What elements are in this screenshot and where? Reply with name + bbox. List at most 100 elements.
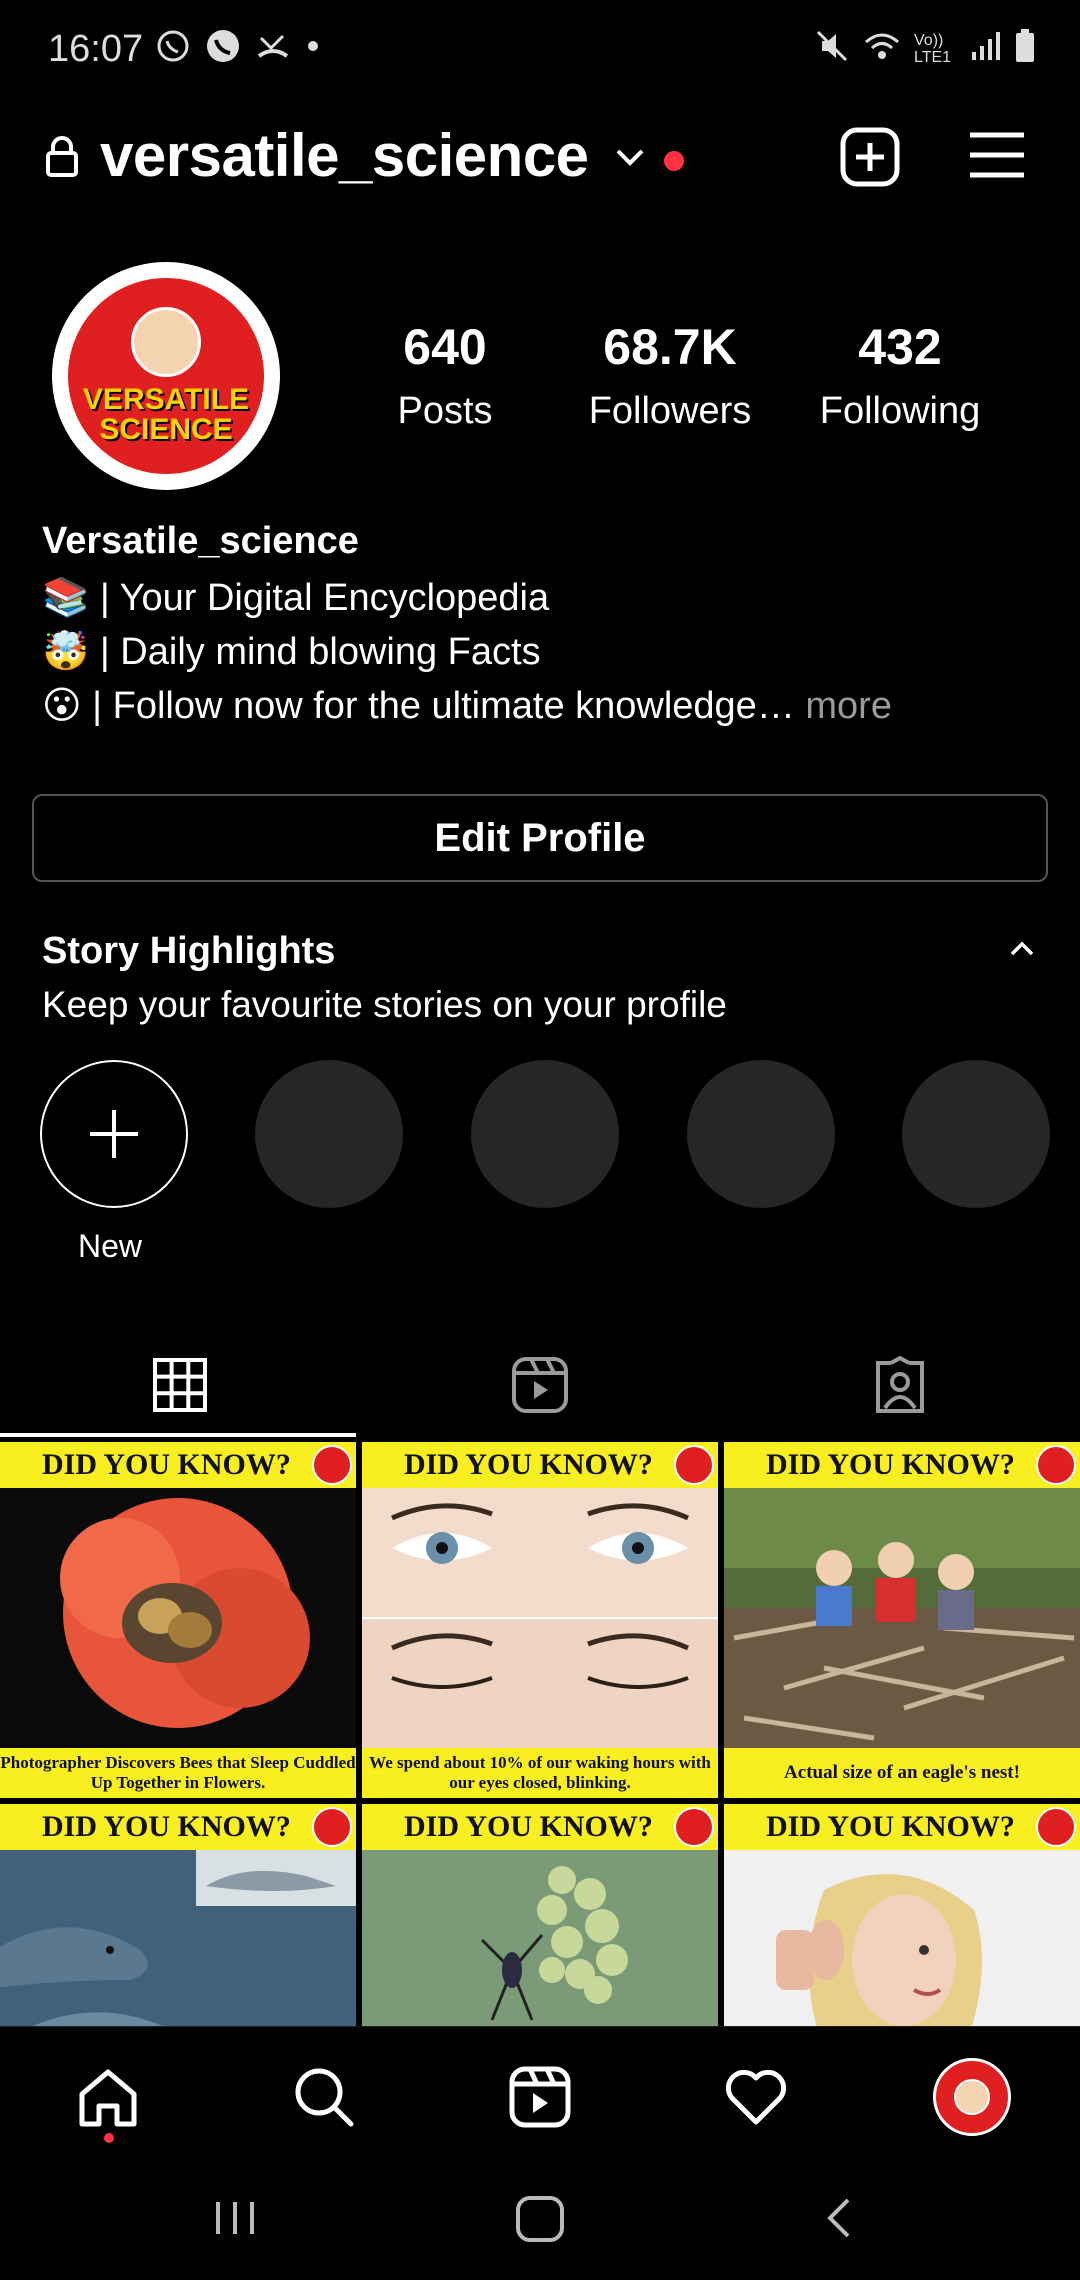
profile-avatar-icon xyxy=(933,2058,1011,2136)
avatar-logo: VERSATILE SCIENCE xyxy=(68,278,264,474)
grid-icon xyxy=(153,1358,207,1412)
plus-icon xyxy=(90,1110,138,1158)
post-logo-icon xyxy=(312,1445,352,1485)
profile-bio: Versatile_science 📚 | Your Digital Encyc… xyxy=(42,520,1042,733)
highlight-placeholder xyxy=(902,1060,1050,1208)
post-caption: We spend about 10% of our waking hours w… xyxy=(362,1748,718,1798)
post-image xyxy=(362,1850,718,2026)
post-image xyxy=(0,1850,356,2026)
post-image xyxy=(362,1488,718,1748)
nav-profile[interactable] xyxy=(932,2057,1012,2137)
posts-label: Posts xyxy=(397,390,493,432)
highlight-placeholder xyxy=(255,1060,403,1208)
bottom-navigation xyxy=(0,2026,1080,2160)
search-icon xyxy=(295,2068,354,2127)
tab-reels[interactable] xyxy=(360,1330,720,1440)
bio-line-text: 😮 | Follow now for the ultimate knowledg… xyxy=(42,685,795,727)
tab-posts-grid[interactable] xyxy=(0,1330,360,1440)
post-logo-icon xyxy=(312,1807,352,1847)
post-thumbnail[interactable]: DID YOU KNOW? xyxy=(724,1804,1080,2026)
edit-profile-button[interactable]: Edit Profile xyxy=(32,794,1048,882)
post-image xyxy=(0,1488,356,1748)
reels-icon xyxy=(509,2066,571,2128)
stat-followers[interactable]: 68.7K Followers xyxy=(570,318,770,433)
highlight-placeholder xyxy=(471,1060,619,1208)
home-button-icon[interactable] xyxy=(510,2188,570,2253)
account-username[interactable]: versatile_science xyxy=(100,121,589,190)
nav-reels[interactable] xyxy=(500,2057,580,2137)
followers-label: Followers xyxy=(588,390,752,432)
wifi-icon xyxy=(862,28,902,69)
profile-avatar[interactable]: VERSATILE SCIENCE xyxy=(52,262,280,490)
home-icon xyxy=(79,2069,137,2127)
post-logo-icon xyxy=(674,1445,714,1485)
highlights-subtitle: Keep your favourite stories on your prof… xyxy=(42,984,727,1025)
post-thumbnail[interactable]: DID YOU KNOW? Photographer Discovers Bee… xyxy=(0,1442,356,1798)
status-bar: 16:07 Vo)) LTE1 xyxy=(0,0,1080,100)
signal-icon xyxy=(970,30,1002,67)
bio-line: 📚 | Your Digital Encyclopedia xyxy=(42,577,550,619)
profile-header: versatile_science xyxy=(0,115,1080,195)
bio-more-link[interactable]: more xyxy=(805,685,892,727)
avatar-logo-text: VERSATILE SCIENCE xyxy=(82,383,250,446)
posts-grid: DID YOU KNOW? Photographer Discovers Bee… xyxy=(0,1442,1080,2026)
post-banner: DID YOU KNOW? xyxy=(724,1442,1080,1488)
notification-dot xyxy=(664,151,684,171)
recent-apps-icon[interactable] xyxy=(210,2188,260,2253)
back-icon[interactable] xyxy=(818,2188,858,2253)
post-logo-icon xyxy=(1036,1445,1076,1485)
post-banner: DID YOU KNOW? xyxy=(362,1442,718,1488)
post-logo-icon xyxy=(674,1807,714,1847)
create-post-button[interactable] xyxy=(840,127,900,192)
bio-line: 🤯 | Daily mind blowing Facts xyxy=(42,631,541,673)
following-count: 432 xyxy=(858,319,942,375)
post-logo-icon xyxy=(1036,1807,1076,1847)
profile-stats: 640 Posts 68.7K Followers 432 Following xyxy=(380,318,1040,433)
posts-count: 640 xyxy=(403,319,487,375)
tagged-person-icon xyxy=(876,1356,924,1413)
highlights-title: Story Highlights xyxy=(42,930,336,972)
new-highlight-button[interactable] xyxy=(40,1060,188,1208)
post-thumbnail[interactable]: DID YOU KNOW? Actual size of an eagle's … xyxy=(724,1442,1080,1798)
menu-button[interactable] xyxy=(968,129,1026,186)
active-tab-indicator xyxy=(0,1433,356,1437)
highlights-row xyxy=(38,1060,1080,1220)
stat-following[interactable]: 432 Following xyxy=(800,318,1000,433)
reels-icon xyxy=(512,1357,568,1413)
post-banner: DID YOU KNOW? xyxy=(362,1804,718,1850)
status-system-icons: Vo)) LTE1 xyxy=(814,28,1036,69)
post-thumbnail[interactable]: DID YOU KNOW? xyxy=(362,1804,718,2026)
post-thumbnail[interactable]: DID YOU KNOW? We spend about 10% of our … xyxy=(362,1442,718,1798)
heart-icon xyxy=(725,2069,787,2125)
missed-call-icon xyxy=(255,28,291,69)
home-notification-dot xyxy=(104,2133,114,2143)
nav-home[interactable] xyxy=(68,2057,148,2137)
following-label: Following xyxy=(819,390,981,432)
post-banner: DID YOU KNOW? xyxy=(0,1804,356,1850)
profile-name: Versatile_science xyxy=(42,520,359,562)
highlight-placeholder xyxy=(687,1060,835,1208)
scientist-face-icon xyxy=(131,307,201,377)
post-thumbnail[interactable]: DID YOU KNOW? xyxy=(0,1804,356,2026)
nav-search[interactable] xyxy=(284,2057,364,2137)
stat-posts[interactable]: 640 Posts xyxy=(380,318,510,433)
lock-icon xyxy=(44,135,80,182)
new-highlight-label: New xyxy=(78,1228,143,1264)
nav-activity[interactable] xyxy=(716,2057,796,2137)
bio-line: 😮 | Follow now for the ultimate knowledg… xyxy=(42,679,1042,733)
battery-icon xyxy=(1014,28,1036,69)
status-time: 16:07 xyxy=(48,28,144,70)
whatsapp-icon xyxy=(155,28,191,69)
post-banner: DID YOU KNOW? xyxy=(0,1442,356,1488)
post-image xyxy=(724,1850,1080,2026)
post-caption: Actual size of an eagle's nest! xyxy=(724,1748,1080,1798)
system-navigation-bar xyxy=(0,2160,1080,2280)
chevron-up-icon[interactable] xyxy=(1008,940,1036,963)
dot-icon xyxy=(305,38,321,59)
post-banner: DID YOU KNOW? xyxy=(724,1804,1080,1850)
lte-label: Vo)) LTE1 xyxy=(914,31,952,66)
post-image xyxy=(724,1488,1080,1748)
followers-count: 68.7K xyxy=(603,319,737,375)
tab-tagged[interactable] xyxy=(720,1330,1080,1440)
chevron-down-icon[interactable] xyxy=(612,145,648,174)
